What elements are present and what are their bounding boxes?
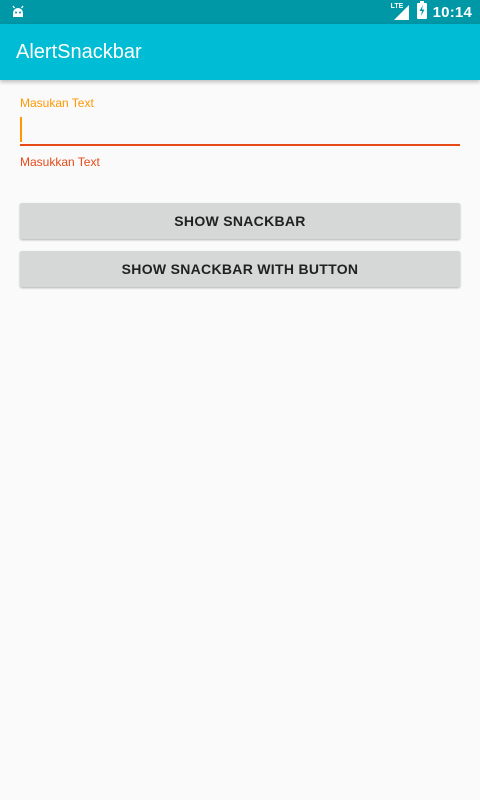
show-snackbar-button[interactable]: SHOW SNACKBAR	[20, 203, 460, 239]
text-cursor	[20, 117, 22, 142]
text-input[interactable]	[20, 114, 460, 146]
status-icons: LTE 10:14	[391, 0, 472, 24]
status-time: 10:14	[432, 3, 472, 21]
android-notification-icon	[10, 4, 26, 20]
status-bar: LTE 10:14	[0, 0, 480, 24]
app-title: AlertSnackbar	[16, 41, 142, 63]
show-snackbar-with-button-button[interactable]: SHOW SNACKBAR WITH BUTTON	[20, 251, 460, 287]
app-bar: AlertSnackbar	[0, 24, 480, 80]
lte-signal-icon: LTE	[391, 2, 411, 22]
battery-charging-icon	[416, 0, 427, 24]
text-field-label: Masukan Text	[20, 96, 94, 110]
text-field-error: Masukkan Text	[20, 155, 100, 169]
